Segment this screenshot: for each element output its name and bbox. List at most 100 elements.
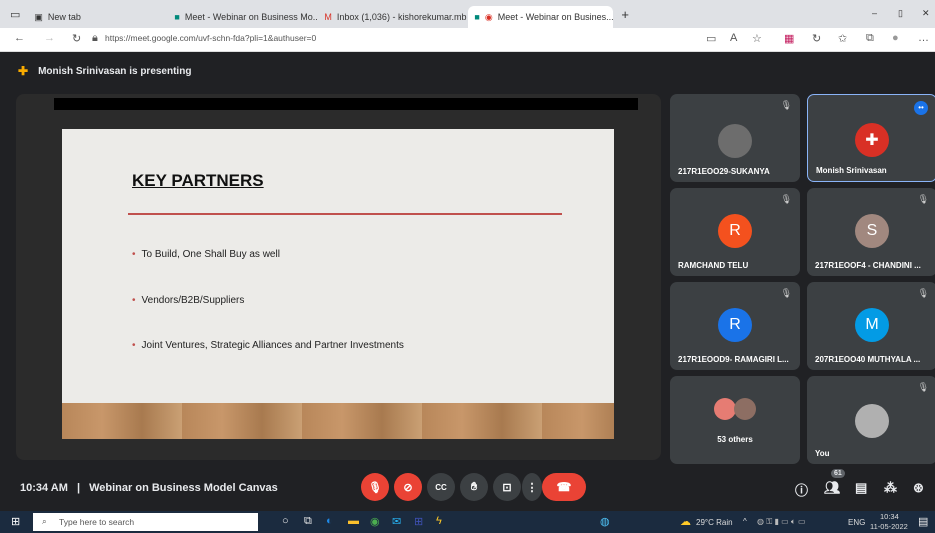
app-icon[interactable]: ϟ xyxy=(436,515,442,527)
notifications-icon[interactable]: ▤ xyxy=(918,515,928,528)
end-call-button[interactable]: ☎︎ xyxy=(542,473,586,501)
participant-grid: 🎙︎ 217R1EOO29-SUKANYA •• ✚ Monish Sriniv… xyxy=(668,90,935,464)
slide-title: KEY PARTNERS xyxy=(132,171,264,190)
taskbar-search-input[interactable]: ⌕ Type here to search xyxy=(33,513,258,531)
tab-inbox[interactable]: M Inbox (1,036) - kishorekumar.mb ✕ xyxy=(318,6,468,28)
slide-wood-floor xyxy=(62,403,614,439)
extension-icon[interactable]: ▦ xyxy=(784,32,794,45)
meeting-time: 10:34 AM xyxy=(20,482,68,494)
participant-name: RAMCHAND TELU xyxy=(678,261,749,270)
tab-new-tab[interactable]: ▣ New tab xyxy=(28,6,168,28)
task-view-icon[interactable]: ⧉ xyxy=(304,515,312,528)
new-tab-button[interactable]: + xyxy=(621,7,629,22)
speaking-icon: •• xyxy=(914,101,928,115)
meet-icon: ■ xyxy=(174,12,180,22)
presentation-header-strip xyxy=(54,98,638,110)
slide-bullet: • To Build, One Shall Buy as well xyxy=(132,249,280,260)
chat-icon[interactable]: ▤ xyxy=(855,480,867,496)
windows-start-icon[interactable]: ⊞ xyxy=(11,515,20,528)
refresh-icon[interactable]: ↻ xyxy=(72,32,81,45)
camera-icon[interactable]: ▭ xyxy=(706,32,716,45)
avatar-stack xyxy=(713,398,736,420)
camera-toggle-button[interactable]: ⊘ xyxy=(394,473,422,501)
hang-up-icon: ☎︎ xyxy=(556,480,572,494)
tab-label: Inbox (1,036) - kishorekumar.mb xyxy=(336,12,467,22)
clock-date[interactable]: 11-05-2022 xyxy=(870,522,908,531)
mic-off-icon: 🎙︎ xyxy=(780,288,792,298)
search-icon: ⌕ xyxy=(42,516,47,526)
windows-taskbar: ⊞ ⌕ Type here to search ○ ⧉ ◐ ▬ ◉ ✉ ⊞ ϟ … xyxy=(0,511,935,533)
captions-icon: CC xyxy=(435,482,447,492)
avatar: ✚ xyxy=(855,123,889,157)
collections-icon[interactable]: ⧉ xyxy=(866,32,874,45)
minimize-icon[interactable]: – xyxy=(872,8,877,18)
file-explorer-icon[interactable]: ▬ xyxy=(348,515,359,527)
mic-toggle-button[interactable]: 🎙︎ xyxy=(361,473,389,501)
mic-off-icon: 🎙︎ xyxy=(780,100,792,110)
chrome-icon[interactable]: ◉ xyxy=(370,515,380,528)
more-options-button[interactable]: ⋮ xyxy=(522,473,542,501)
presenting-banner: ✚ Monish Srinivasan is presenting xyxy=(0,52,935,90)
more-vert-icon: ⋮ xyxy=(526,481,538,494)
tray-chevron-icon[interactable]: ^ xyxy=(743,517,747,526)
more-icon[interactable]: … xyxy=(918,32,929,44)
lock-icon: 🔒︎ xyxy=(92,32,98,44)
mic-off-icon: 🎙︎ xyxy=(917,194,929,204)
participant-tile-self[interactable]: 🎙︎ You xyxy=(807,376,935,464)
profile-icon[interactable]: ● xyxy=(892,32,899,44)
url-field[interactable]: https://meet.google.com/uvf-schn-fda?pli… xyxy=(105,33,316,43)
meeting-separator: | xyxy=(76,482,81,494)
meeting-details-icon[interactable]: ⓘ xyxy=(795,480,808,499)
clock-time[interactable]: 10:34 xyxy=(880,512,899,521)
maximize-icon[interactable]: ▯ xyxy=(898,8,903,19)
others-count: 53 others xyxy=(717,435,753,444)
participant-tile[interactable]: 🎙︎ S 217R1EOOF4 - CHANDINI ... xyxy=(807,188,935,276)
participant-tile[interactable]: 🎙︎ 217R1EOO29-SUKANYA xyxy=(670,94,800,182)
presenting-text: Monish Srinivasan is presenting xyxy=(38,65,192,77)
weather-text[interactable]: 29°C Rain xyxy=(696,518,733,527)
participant-name: 207R1EOO40 MUTHYALA ... xyxy=(815,355,921,364)
participant-tile[interactable]: •• ✚ Monish Srinivasan xyxy=(807,94,935,182)
favorite-icon[interactable]: ☆ xyxy=(752,32,762,45)
cortana-icon[interactable]: ○ xyxy=(282,515,289,527)
gmail-icon: M xyxy=(324,12,332,22)
mic-off-icon: 🎙︎ xyxy=(917,382,929,392)
favorites-icon[interactable]: ✩ xyxy=(838,32,847,45)
mail-icon[interactable]: ✉ xyxy=(392,515,401,528)
tab-meet-1[interactable]: ■ Meet - Webinar on Business Mo... ✕ xyxy=(168,6,318,28)
avatar: M xyxy=(855,308,889,342)
tab-label: Meet - Webinar on Busines... xyxy=(497,12,614,22)
back-icon[interactable]: ← xyxy=(14,32,25,44)
search-placeholder: Type here to search xyxy=(59,517,135,527)
people-icon[interactable]: 👥︎ xyxy=(824,480,841,496)
refresh-extension-icon[interactable]: ↻ xyxy=(812,32,821,45)
avatar xyxy=(718,124,752,158)
participant-tile-others[interactable]: 53 others xyxy=(670,376,800,464)
participant-tile[interactable]: 🎙︎ R 217R1EOOD9- RAMAGIRI L... xyxy=(670,282,800,370)
present-button[interactable]: ⊡ xyxy=(493,473,521,501)
participant-tile[interactable]: 🎙︎ M 207R1EOO40 MUTHYALA ... xyxy=(807,282,935,370)
app-tray-icon[interactable]: ◍ xyxy=(600,515,610,528)
people-count-badge: 61 xyxy=(831,469,845,478)
avatar xyxy=(855,404,889,438)
store-icon[interactable]: ⊞ xyxy=(414,515,423,528)
close-window-icon[interactable]: ✕ xyxy=(922,8,930,19)
tab-actions-icon[interactable]: ▭ xyxy=(10,8,20,21)
edge-icon[interactable]: ◐ xyxy=(326,515,333,527)
weather-icon: ☁︎ xyxy=(680,516,691,528)
captions-button[interactable]: CC xyxy=(427,473,455,501)
host-controls-icon[interactable]: ⊛ xyxy=(913,480,924,496)
language-indicator[interactable]: ENG xyxy=(848,518,865,527)
read-aloud-icon[interactable]: A xyxy=(730,32,737,44)
presenter-logo-icon: ✚ xyxy=(18,64,29,78)
tab-meet-active[interactable]: ■ ◉ Meet - Webinar on Busines... ✕ xyxy=(468,6,614,28)
activities-icon[interactable]: ⁂ xyxy=(884,480,897,496)
meeting-control-bar: 10:34 AM | Webinar on Business Model Can… xyxy=(0,465,935,511)
slide-divider xyxy=(128,213,562,215)
raise-hand-button[interactable]: ✋︎ xyxy=(460,473,488,501)
forward-icon[interactable]: → xyxy=(44,32,55,44)
tray-icons[interactable]: ◍ ⚿ ▮ ▭ 🔈︎ ▭ xyxy=(757,517,806,527)
camera-off-icon: ⊘ xyxy=(403,481,413,494)
avatar: S xyxy=(855,214,889,248)
participant-tile[interactable]: 🎙︎ R RAMCHAND TELU xyxy=(670,188,800,276)
